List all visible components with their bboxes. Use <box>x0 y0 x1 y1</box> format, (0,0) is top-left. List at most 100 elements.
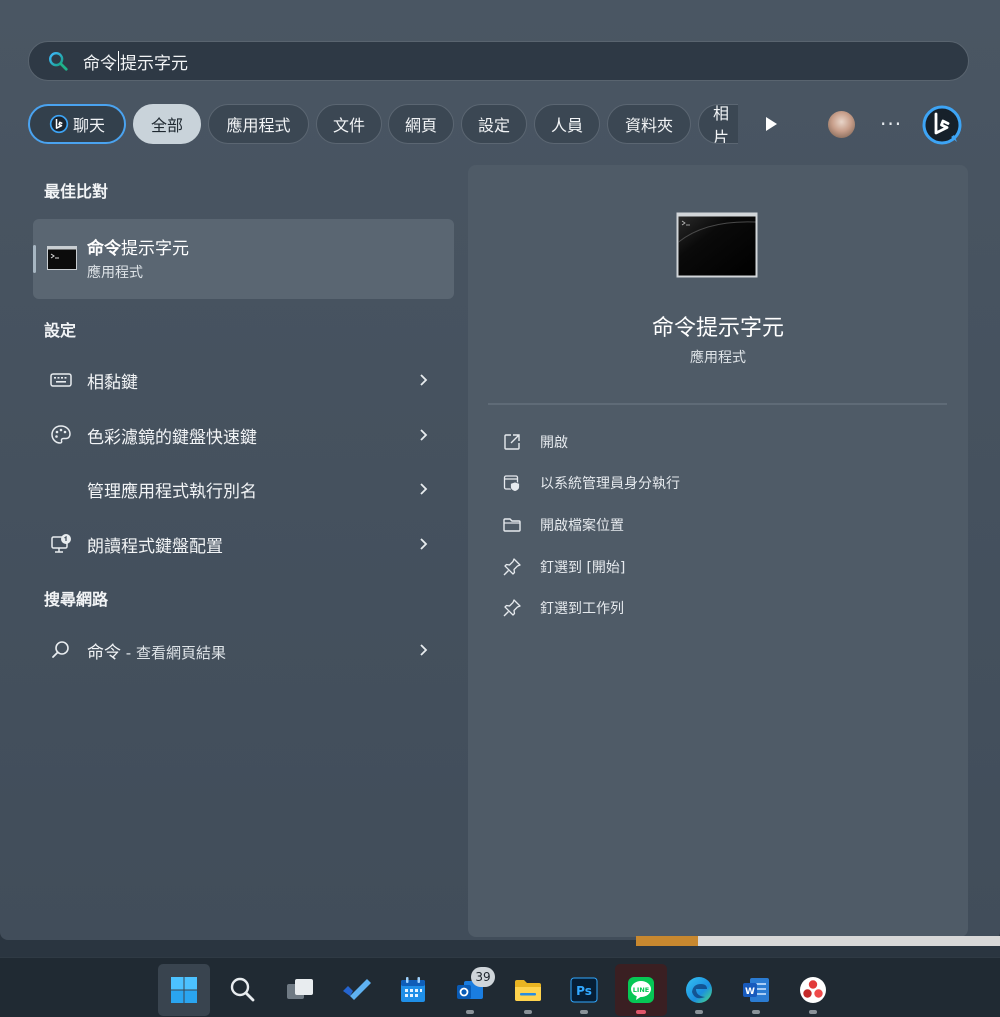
chip-docs-label: 文件 <box>332 116 365 135</box>
search-icon <box>230 977 255 1002</box>
word-icon: W <box>743 978 769 1002</box>
settings-result-label: 色彩濾鏡的鍵盤快速鍵 <box>87 427 257 448</box>
taskbar-outlook-button[interactable]: 39 <box>444 964 496 1016</box>
best-match-title-rest: 提示字元 <box>121 239 189 259</box>
best-match-title-bold: 命令 <box>87 239 121 259</box>
action-pin-to-start[interactable]: 釘選到 [開始] <box>502 552 625 582</box>
chip-people-label: 人員 <box>550 116 583 135</box>
preview-type: 應用程式 <box>690 350 746 366</box>
edge-browser-icon <box>686 977 712 1003</box>
action-pin-to-taskbar-label: 釘選到工作列 <box>540 601 624 617</box>
taskbar-calendar-button[interactable] <box>387 964 439 1016</box>
best-match-title: 命令提示字元 <box>87 234 189 259</box>
pin-icon <box>503 599 521 617</box>
bing-icon[interactable] <box>921 104 963 146</box>
shield-icon <box>503 475 520 492</box>
bing-chat-icon <box>49 114 69 134</box>
open-external-icon <box>504 434 520 450</box>
taskbar-todo-button[interactable] <box>330 964 382 1016</box>
taskbar-start-button[interactable] <box>158 964 210 1016</box>
more-options-icon[interactable]: ··· <box>880 112 902 136</box>
scroll-right-icon[interactable] <box>761 114 781 134</box>
search-typed-text: 命令 <box>83 53 117 74</box>
background-window-accent <box>636 936 698 946</box>
search-panel: 命令 提示字元 聊天 全部 應用程式 文件 網頁 設定 人員 資料夾 相片 ··… <box>0 0 1000 940</box>
command-prompt-icon <box>676 212 758 278</box>
todo-check-icon <box>343 979 371 1000</box>
photoshop-label: Ps <box>576 984 592 998</box>
line-app-icon: LINE <box>628 977 654 1003</box>
running-indicator <box>580 1010 588 1014</box>
taskbar-word-button[interactable]: W <box>730 964 782 1016</box>
mail-count-badge: 39 <box>471 967 495 987</box>
chip-photos-label: 相片 <box>713 104 730 144</box>
settings-result-narrator-keyboard[interactable]: 朗讀程式鍵盤配置 <box>33 522 454 566</box>
taskbar-search-button[interactable] <box>216 964 268 1016</box>
action-open-file-location[interactable]: 開啟檔案位置 <box>502 510 624 540</box>
line-label: LINE <box>633 986 649 994</box>
chip-chat[interactable]: 聊天 <box>28 104 126 144</box>
user-avatar[interactable] <box>828 111 855 138</box>
taskbar-task-view-button[interactable] <box>274 964 326 1016</box>
web-search-result[interactable]: 命令 - 查看網頁結果 <box>33 628 454 672</box>
preview-divider <box>488 403 947 405</box>
folder-icon <box>515 980 541 1001</box>
search-input[interactable]: 命令 提示字元 <box>28 41 969 81</box>
chip-folders[interactable]: 資料夾 <box>607 104 691 144</box>
chip-docs[interactable]: 文件 <box>316 104 382 144</box>
running-indicator <box>809 1010 817 1014</box>
settings-result-label: 相黏鍵 <box>87 372 138 393</box>
task-view-icon <box>287 979 313 999</box>
search-icon <box>52 641 69 658</box>
settings-heading: 設定 <box>44 321 77 340</box>
taskbar-davinci-button[interactable] <box>787 964 839 1016</box>
settings-result-label: 朗讀程式鍵盤配置 <box>87 536 223 557</box>
taskbar-photoshop-button[interactable]: Ps <box>558 964 610 1016</box>
taskbar: 39 Ps LINE W <box>0 957 1000 1017</box>
running-indicator <box>524 1010 532 1014</box>
best-match-type: 應用程式 <box>87 265 143 281</box>
windows-logo-icon <box>171 977 197 1003</box>
chip-folders-label: 資料夾 <box>624 116 673 135</box>
chip-apps[interactable]: 應用程式 <box>208 104 309 144</box>
pin-icon <box>503 558 521 576</box>
chip-photos[interactable]: 相片 <box>698 104 738 144</box>
chip-chat-label: 聊天 <box>72 116 105 135</box>
background-window-edge <box>636 936 1000 946</box>
chip-people[interactable]: 人員 <box>534 104 600 144</box>
web-search-query: 命令 <box>87 642 121 663</box>
result-preview-pane: 命令提示字元 應用程式 開啟 以系統管理員身分執行 開啟檔案位置 釘選到 [開始… <box>468 165 968 937</box>
action-open[interactable]: 開啟 <box>502 427 568 457</box>
chip-web[interactable]: 網頁 <box>388 104 454 144</box>
search-icon <box>49 52 68 71</box>
chip-settings-label: 設定 <box>477 116 510 135</box>
taskbar-line-button[interactable]: LINE <box>615 964 667 1016</box>
taskbar-file-explorer-button[interactable] <box>502 964 554 1016</box>
preview-title: 命令提示字元 <box>651 316 784 341</box>
action-open-label: 開啟 <box>540 435 568 451</box>
search-suggestion-text: 提示字元 <box>120 53 188 74</box>
action-run-as-admin[interactable]: 以系統管理員身分執行 <box>502 468 680 498</box>
action-open-file-location-label: 開啟檔案位置 <box>540 518 624 534</box>
chip-settings[interactable]: 設定 <box>461 104 527 144</box>
chevron-right-icon <box>420 483 428 495</box>
chip-all[interactable]: 全部 <box>133 104 201 144</box>
chevron-right-icon <box>420 538 428 550</box>
chevron-right-icon <box>420 644 428 656</box>
narrator-icon <box>51 534 71 553</box>
action-pin-to-taskbar[interactable]: 釘選到工作列 <box>502 593 624 623</box>
keyboard-icon <box>50 373 72 387</box>
settings-result-app-alias[interactable]: 管理應用程式執行別名 <box>33 467 454 511</box>
best-match-item[interactable]: 命令提示字元 應用程式 <box>33 219 454 299</box>
calendar-icon <box>401 977 425 1002</box>
running-indicator <box>695 1010 703 1014</box>
chevron-right-icon <box>420 429 428 441</box>
chevron-right-icon <box>420 374 428 386</box>
settings-result-color-filter[interactable]: 色彩濾鏡的鍵盤快速鍵 <box>33 413 454 457</box>
taskbar-edge-button[interactable] <box>673 964 725 1016</box>
settings-result-sticky-keys[interactable]: 相黏鍵 <box>33 358 454 402</box>
best-match-heading: 最佳比對 <box>44 182 109 201</box>
photoshop-icon: Ps <box>570 977 598 1003</box>
text-caret <box>118 51 119 71</box>
word-label: W <box>745 987 755 997</box>
